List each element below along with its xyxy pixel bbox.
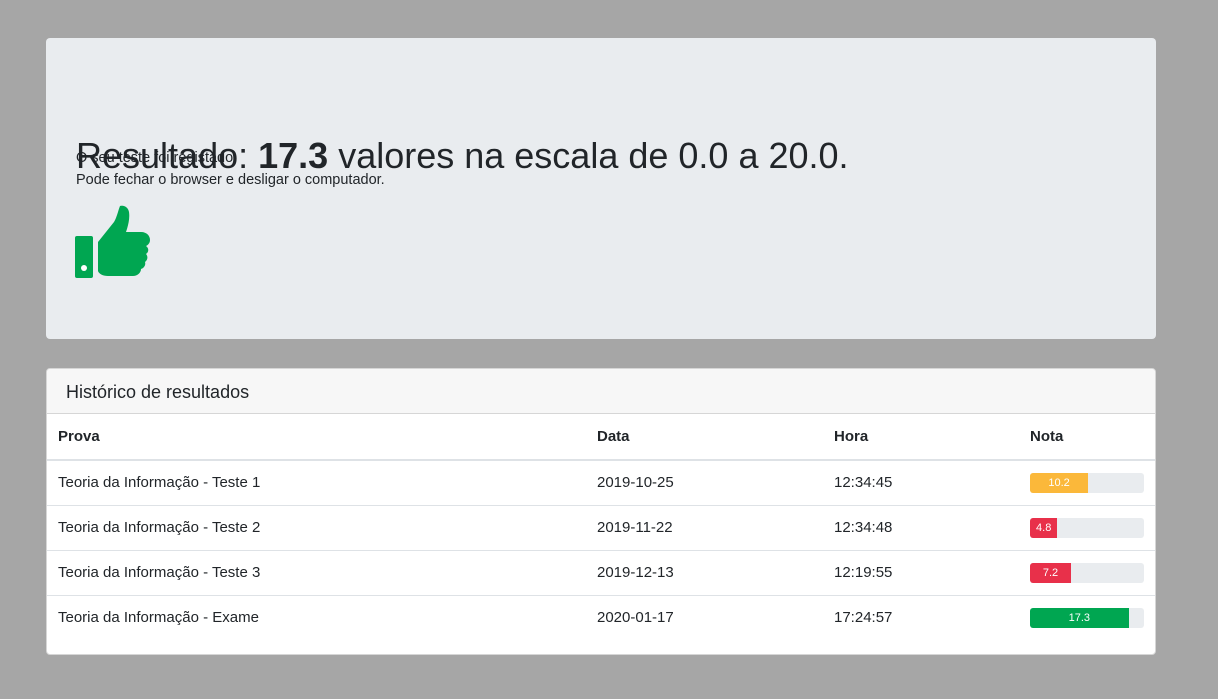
score-bar: 10.2 <box>1030 472 1089 493</box>
cell-hora: 12:19:55 <box>823 549 1019 595</box>
score-progress: 10.2 <box>1030 472 1144 493</box>
score-bar: 17.3 <box>1030 607 1129 628</box>
history-table: Prova Data Hora Nota Teoria da Informaçã… <box>47 414 1155 640</box>
result-suffix: valores na escala de 0.0 a 20.0. <box>328 135 849 176</box>
cell-prova: Teoria da Informação - Teste 2 <box>47 504 586 550</box>
score-progress: 17.3 <box>1030 607 1144 628</box>
column-header-data: Data <box>586 414 823 461</box>
cell-data: 2019-10-25 <box>597 474 674 492</box>
cell-nota: 17.3 <box>1019 594 1155 640</box>
cell-prova: Teoria da Informação - Teste 1 <box>58 474 261 492</box>
column-header-hora: Hora <box>823 414 1019 461</box>
cell-nota: 4.8 <box>1019 504 1155 550</box>
cell-nota: 10.2 <box>1019 460 1155 505</box>
cell-nota: 7.2 <box>1019 549 1155 595</box>
column-header-nota: Nota <box>1019 414 1155 461</box>
table-row: Teoria da Informação - Teste 2 2019-11-2… <box>47 504 1155 550</box>
cell-hora: 12:34:48 <box>823 504 1019 550</box>
score-progress: 4.8 <box>1030 517 1144 538</box>
table-row: Teoria da Informação - Exame 2020-01-17 … <box>47 594 1155 640</box>
table-row: Teoria da Informação - Teste 1 2019-10-2… <box>47 460 1155 505</box>
result-panel: Resultado: 17.3 valores na escala de 0.0… <box>46 38 1156 339</box>
thumbs-up-icon <box>75 205 150 278</box>
cell-data: 2019-11-22 <box>586 504 823 550</box>
history-card: Histórico de resultados Prova Data Hora … <box>46 368 1156 655</box>
cell-prova: Teoria da Informação - Exame <box>47 594 586 640</box>
score-bar: 4.8 <box>1030 517 1058 538</box>
history-title: Histórico de resultados <box>47 369 1155 414</box>
close-browser-message: Pode fechar o browser e desligar o compu… <box>76 172 385 188</box>
score-progress: 7.2 <box>1030 562 1144 583</box>
cell-data: 2020-01-17 <box>586 594 823 640</box>
cell-data: 2019-12-13 <box>586 549 823 595</box>
cell-hora: 12:34:45 <box>834 474 893 492</box>
column-header-prova: Prova <box>47 414 586 461</box>
registered-message: O seu teste foi registado. <box>76 150 238 166</box>
score-bar: 7.2 <box>1030 562 1072 583</box>
cell-hora: 17:24:57 <box>823 594 1019 640</box>
cell-prova: Teoria da Informação - Teste 3 <box>47 549 586 595</box>
table-row: Teoria da Informação - Teste 3 2019-12-1… <box>47 549 1155 595</box>
table-header-row: Prova Data Hora Nota <box>47 414 1155 461</box>
